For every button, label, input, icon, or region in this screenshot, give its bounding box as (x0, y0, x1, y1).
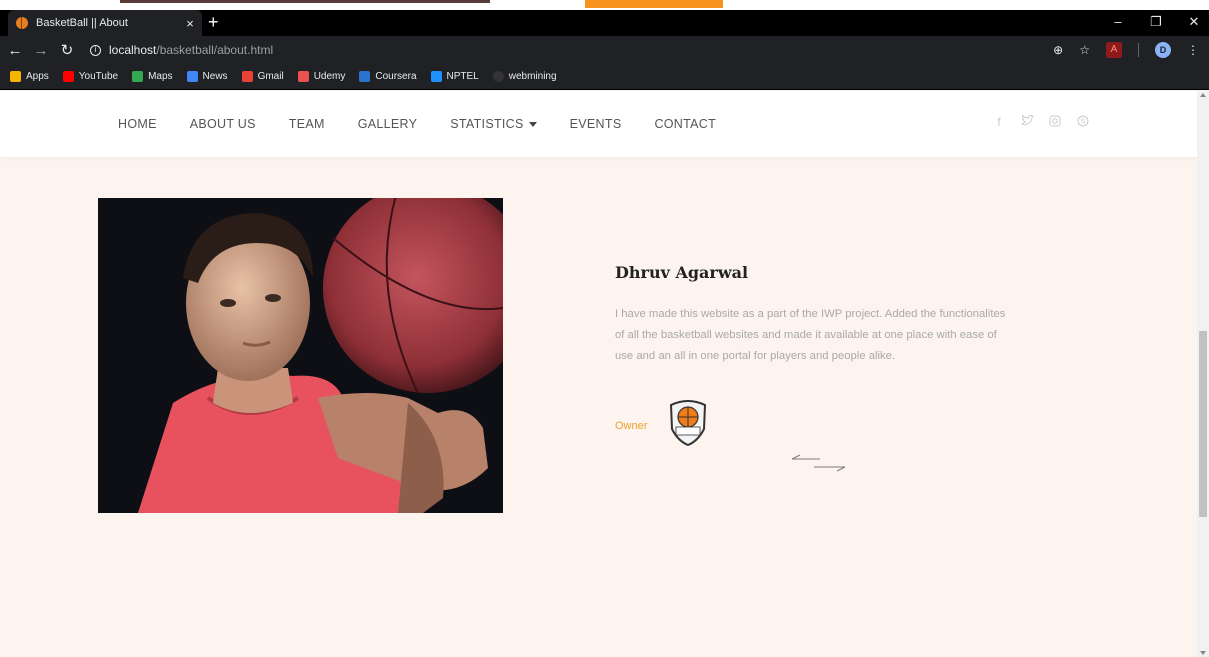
maps-icon (132, 71, 144, 82)
gmail-icon (241, 71, 253, 82)
site-navbar: HOME ABOUT US TEAM GALLERY STATISTICS EV… (0, 91, 1197, 157)
bookmark-apps[interactable]: Apps (10, 71, 49, 82)
basketball-club-badge-icon (668, 399, 708, 452)
menu-kebab-icon[interactable]: ⋮ (1187, 43, 1199, 57)
web-page: HOME ABOUT US TEAM GALLERY STATISTICS EV… (0, 91, 1197, 657)
profile-card: Dhruv Agarwal I have made this website a… (615, 263, 1035, 367)
scrollbar-thumb[interactable] (1199, 331, 1207, 517)
restore-button[interactable]: ❐ (1149, 14, 1163, 30)
close-window-button[interactable]: ✕ (1187, 14, 1201, 30)
udemy-icon (297, 71, 309, 82)
address-bar[interactable]: i localhost/basketball/about.html (90, 43, 1053, 57)
forward-arrow-icon[interactable]: → (30, 42, 52, 59)
hero-image-edge (120, 0, 490, 3)
social-links: f S (992, 114, 1090, 130)
news-icon (186, 71, 198, 82)
owner-label: Owner (615, 419, 648, 432)
nav-gallery[interactable]: GALLERY (358, 117, 418, 131)
bookmark-label: YouTube (78, 71, 119, 82)
toolbar-actions: ⊕ ☆ A D ⋮ (1053, 42, 1199, 58)
bookmark-label: Apps (26, 71, 49, 82)
bookmark-star-icon[interactable]: ☆ (1079, 43, 1090, 57)
twitter-icon[interactable] (1020, 114, 1034, 130)
zoom-icon[interactable]: ⊕ (1053, 43, 1063, 57)
youtube-icon (62, 71, 74, 82)
github-icon (492, 71, 504, 82)
site-info-icon[interactable]: i (90, 44, 101, 56)
browser-tab-strip: BasketBall || About × + – ❐ ✕ (0, 10, 1209, 36)
url-path: /basketball/about.html (156, 43, 274, 57)
nav-about[interactable]: ABOUT US (190, 117, 256, 131)
bookmark-coursera[interactable]: Coursera (359, 71, 417, 82)
bookmark-label: NPTEL (446, 71, 479, 82)
nav-statistics-label: STATISTICS (450, 117, 524, 131)
minimize-button[interactable]: – (1111, 14, 1125, 30)
profile-bio: I have made this website as a part of th… (615, 308, 1006, 362)
coursera-icon (359, 71, 371, 82)
profile-avatar[interactable]: D (1155, 42, 1171, 58)
basketball-favicon-icon (16, 17, 28, 29)
svg-text:S: S (1081, 119, 1086, 126)
skype-icon[interactable]: S (1076, 115, 1090, 130)
bookmark-label: Coursera (375, 71, 417, 82)
bookmark-label: Udemy (313, 71, 346, 82)
browser-toolbar: ← → ↻ i localhost/basketball/about.html … (0, 36, 1209, 64)
toolbar-divider (1138, 43, 1139, 57)
nav-team[interactable]: TEAM (289, 117, 325, 131)
bookmark-label: Gmail (257, 71, 284, 82)
bookmark-maps[interactable]: Maps (132, 71, 173, 82)
nav-home[interactable]: HOME (118, 117, 157, 131)
reload-icon[interactable]: ↻ (56, 41, 78, 59)
url-host: localhost (109, 43, 157, 57)
page-scrollbar[interactable] (1197, 91, 1209, 657)
profile-name: Dhruv Agarwal (615, 263, 749, 282)
nav-contact[interactable]: CONTACT (654, 117, 716, 131)
bookmark-gmail[interactable]: Gmail (241, 71, 284, 82)
nav-events[interactable]: EVENTS (570, 117, 622, 131)
nav-statistics[interactable]: STATISTICS (450, 117, 537, 131)
back-arrow-icon[interactable]: ← (4, 42, 26, 59)
instagram-icon[interactable] (1048, 115, 1062, 130)
tab-close-button[interactable]: × (178, 16, 202, 31)
bookmark-label: Maps (148, 71, 173, 82)
player-photo (98, 198, 503, 513)
bookmark-youtube[interactable]: YouTube (62, 71, 119, 82)
browser-tab-active[interactable]: BasketBall || About × (8, 10, 202, 36)
scroll-up-arrow-icon[interactable] (1200, 93, 1206, 97)
nav-menu: HOME ABOUT US TEAM GALLERY STATISTICS EV… (118, 117, 749, 131)
tab-title: BasketBall || About (36, 17, 128, 29)
facebook-icon[interactable]: f (992, 115, 1006, 130)
owner-row: Owner (615, 399, 708, 452)
bookmark-udemy[interactable]: Udemy (297, 71, 346, 82)
nptel-icon (430, 71, 442, 82)
apps-grid-icon (10, 71, 21, 82)
pdf-extension-icon[interactable]: A (1106, 42, 1122, 58)
caret-down-icon (528, 122, 537, 128)
hero-button-edge (585, 0, 723, 8)
bookmark-label: webmining (508, 71, 557, 82)
new-tab-button[interactable]: + (208, 13, 219, 31)
bookmarks-bar: Apps YouTube Maps News Gmail Udemy Cours… (0, 64, 1209, 90)
scroll-down-arrow-icon[interactable] (1200, 651, 1206, 655)
bookmark-news[interactable]: News (186, 71, 228, 82)
bookmark-nptel[interactable]: NPTEL (430, 71, 479, 82)
window-controls: – ❐ ✕ (1111, 14, 1201, 30)
slider-arrows[interactable] (790, 453, 848, 478)
bookmark-webmining[interactable]: webmining (492, 71, 557, 82)
bookmark-label: News (202, 71, 228, 82)
page-top-sliver (0, 0, 1209, 10)
